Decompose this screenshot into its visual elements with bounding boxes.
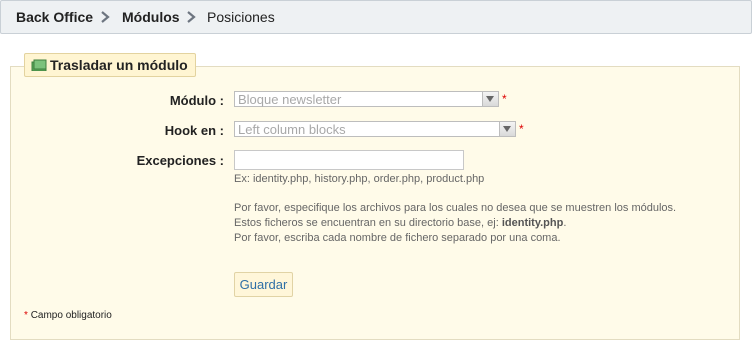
hook-select[interactable]: Left column blocks xyxy=(234,121,516,137)
hook-select-value: Left column blocks xyxy=(238,122,346,137)
save-button[interactable]: Guardar xyxy=(234,272,293,297)
breadcrumb-item-modules[interactable]: Módulos xyxy=(122,9,180,25)
required-mark: * xyxy=(24,310,28,321)
dropdown-arrow-icon[interactable] xyxy=(499,122,515,136)
exceptions-input[interactable] xyxy=(234,150,464,170)
required-footnote: * Campo obligatorio xyxy=(24,310,112,321)
panel-legend: Trasladar un módulo xyxy=(24,53,196,77)
required-mark: * xyxy=(519,122,524,136)
hint-line-1: Por favor, especifique los archivos para… xyxy=(234,202,677,214)
breadcrumb: Back Office Módulos Posiciones xyxy=(0,0,752,34)
module-select[interactable]: Bloque newsletter xyxy=(234,91,499,107)
hint-line-3: Por favor, escriba cada nombre de ficher… xyxy=(234,232,561,244)
hint-line-2: Estos ficheros se encuentran en su direc… xyxy=(234,217,566,229)
hint-line-2-example: identity.php xyxy=(501,217,564,229)
module-icon xyxy=(31,59,47,71)
breadcrumb-item-positions: Posiciones xyxy=(207,9,275,25)
panel-legend-title: Trasladar un módulo xyxy=(50,57,188,73)
required-mark: * xyxy=(502,92,507,106)
module-select-value: Bloque newsletter xyxy=(238,92,342,107)
hint-line-2-text: Estos ficheros se encuentran en su direc… xyxy=(234,217,502,229)
dropdown-arrow-icon[interactable] xyxy=(482,92,498,106)
chevron-right-icon xyxy=(187,11,196,23)
module-label: Módulo : xyxy=(169,93,224,108)
chevron-right-icon xyxy=(101,11,110,23)
required-footnote-text: Campo obligatorio xyxy=(30,310,112,321)
hint-line-2-end: . xyxy=(563,217,567,229)
breadcrumb-item-back-office[interactable]: Back Office xyxy=(16,9,93,25)
exceptions-label: Excepciones : xyxy=(136,153,224,168)
exceptions-example-hint: Ex: identity.php, history.php, order.php… xyxy=(234,173,485,185)
hook-label: Hook en : xyxy=(164,123,224,138)
